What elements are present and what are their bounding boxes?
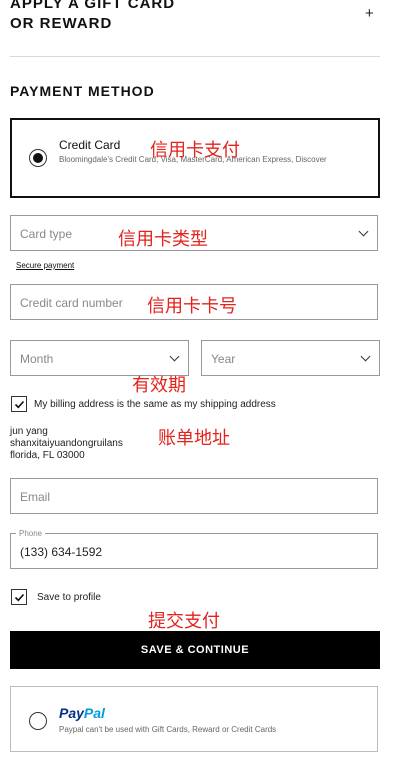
paypal-logo: PayPal	[59, 705, 105, 721]
save-continue-button[interactable]: SAVE & CONTINUE	[10, 631, 380, 669]
address-street: shanxitaiyuandongruilans	[10, 438, 123, 449]
annotation-submit-payment: 提交支付	[148, 611, 220, 632]
gift-card-title-line2: OR REWARD	[10, 15, 113, 32]
phone-input[interactable]: (133) 634-1592	[10, 533, 378, 569]
section-divider	[10, 56, 380, 57]
save-profile-checkbox[interactable]	[11, 589, 27, 605]
phone-value: (133) 634-1592	[20, 545, 103, 559]
paypal-description: Paypal can't be used with Gift Cards, Re…	[59, 725, 277, 734]
checkmark-icon	[14, 400, 25, 409]
annotation-card-type: 信用卡类型	[118, 229, 208, 250]
expand-plus-icon[interactable]: +	[365, 5, 374, 22]
annotation-billing-address: 账单地址	[158, 428, 230, 449]
phone-label: Phone	[16, 529, 46, 538]
secure-payment-link[interactable]: Secure payment	[16, 261, 74, 270]
card-type-placeholder: Card type	[20, 227, 73, 241]
gift-card-heading[interactable]: APPLY A GIFT CARD OR REWARD	[10, 0, 175, 34]
annotation-credit-card-payment: 信用卡支付	[150, 140, 240, 161]
chevron-down-icon	[360, 351, 371, 362]
paypal-logo-pal: Pal	[83, 705, 105, 721]
gift-card-title-line1: APPLY A GIFT CARD	[10, 0, 176, 12]
credit-card-radio[interactable]	[29, 149, 47, 167]
checkmark-icon	[14, 593, 25, 602]
credit-card-label: Credit Card	[59, 138, 121, 152]
year-select[interactable]: Year	[201, 340, 380, 376]
address-name: jun yang	[10, 426, 48, 437]
payment-method-title: PAYMENT METHOD	[10, 83, 155, 99]
email-placeholder: Email	[20, 490, 51, 504]
card-number-placeholder: Credit card number	[20, 296, 123, 310]
paypal-logo-pay: Pay	[59, 705, 84, 721]
chevron-down-icon	[169, 351, 180, 362]
save-profile-label: Save to profile	[37, 592, 101, 603]
address-city: florida, FL 03000	[10, 450, 85, 461]
paypal-radio[interactable]	[29, 712, 47, 730]
chevron-down-icon	[358, 226, 369, 237]
year-placeholder: Year	[211, 352, 236, 366]
annotation-expiry: 有效期	[132, 375, 186, 396]
billing-same-label: My billing address is the same as my shi…	[34, 399, 276, 410]
month-placeholder: Month	[20, 352, 54, 366]
email-input[interactable]: Email	[10, 478, 378, 514]
billing-same-checkbox[interactable]	[11, 396, 27, 412]
billing-address: jun yang shanxitaiyuandongruilans florid…	[10, 426, 123, 462]
annotation-card-number: 信用卡卡号	[147, 296, 237, 317]
